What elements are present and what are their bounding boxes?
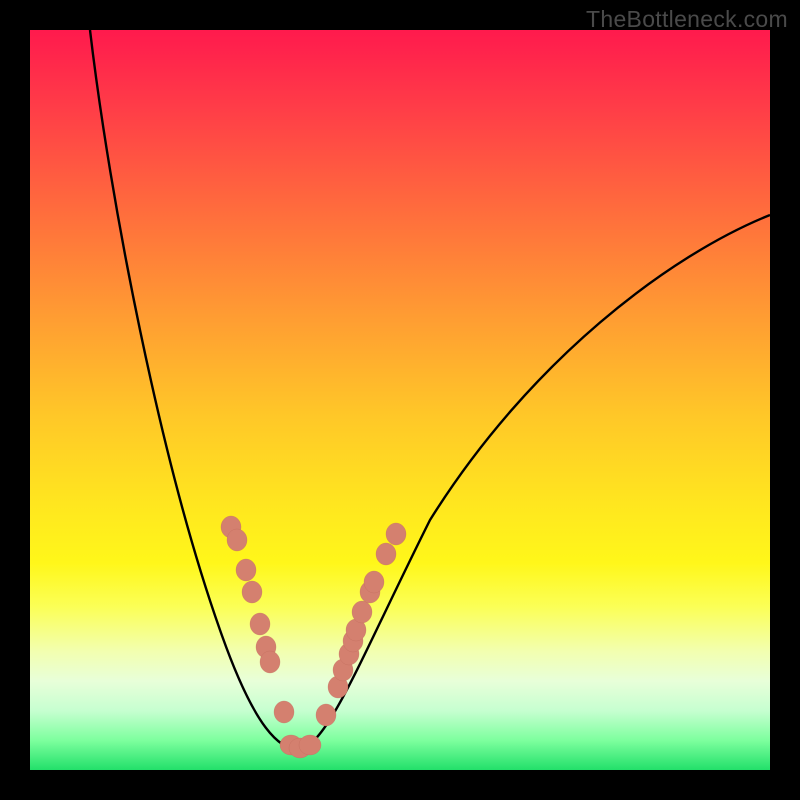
right-curve (300, 215, 770, 750)
watermark-text: TheBottleneck.com (586, 6, 788, 33)
chart-frame: TheBottleneck.com (0, 0, 800, 800)
curve-layer (30, 30, 770, 770)
beads-left (221, 516, 294, 723)
plot-area (30, 30, 770, 770)
beads-bottom (280, 735, 321, 758)
beads-right (316, 523, 406, 726)
